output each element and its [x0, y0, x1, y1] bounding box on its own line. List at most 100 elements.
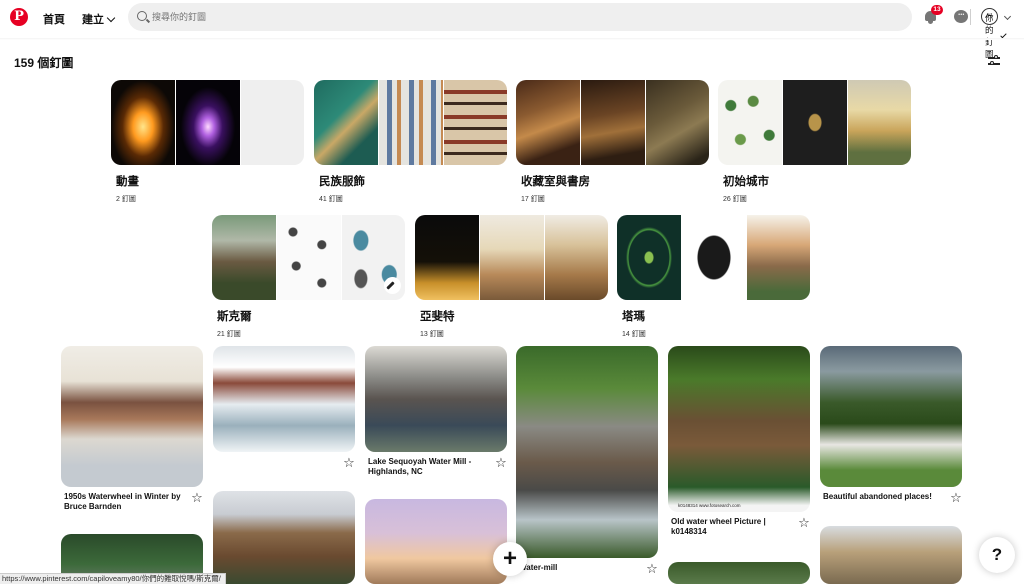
home-link[interactable]: 首頁	[43, 11, 65, 27]
save-star-icon[interactable]: ☆	[798, 516, 810, 529]
board-pin-count: 14 釘圖	[622, 331, 646, 338]
pin-card[interactable]	[668, 562, 810, 584]
pin-image[interactable]	[61, 346, 203, 487]
pin-caption: Old water wheel Picture | k0148314 ☆	[668, 516, 810, 537]
pin-card[interactable]	[820, 526, 962, 584]
board-cover-image	[314, 80, 378, 165]
board-cover-image	[415, 215, 479, 300]
pin-card[interactable]: 1950s Waterwheel in Winter by Bruce Barn…	[61, 346, 203, 512]
pin-card[interactable]: Beautiful abandoned places! ☆	[820, 346, 962, 504]
board-cover-image	[176, 80, 240, 165]
pin-image[interactable]	[213, 346, 355, 452]
board-pin-count: 2 釘圖	[116, 196, 136, 203]
board-cover-image	[617, 215, 681, 300]
pin-card[interactable]: Lake Sequoyah Water Mill - Highlands, NC…	[365, 346, 507, 477]
board-title: 初始城市	[723, 176, 769, 188]
board-cover	[718, 80, 911, 165]
board-cover-image	[379, 80, 443, 165]
board-card[interactable]: 塔瑪 14 釘圖	[617, 215, 810, 339]
pin-card[interactable]: k0148314 www.fotosearch.com Old water wh…	[668, 346, 810, 537]
chevron-down-icon	[106, 13, 116, 22]
board-cover-image	[212, 215, 276, 300]
pin-card[interactable]	[213, 491, 355, 584]
account-chevron-down-icon[interactable]	[1003, 12, 1012, 21]
board-cover-image	[783, 80, 847, 165]
save-star-icon[interactable]: ☆	[646, 562, 658, 575]
save-star-icon[interactable]: ☆	[191, 491, 203, 504]
board-cover	[111, 80, 304, 165]
board-title: 塔瑪	[622, 311, 645, 323]
board-cover-image	[111, 80, 175, 165]
board-cover	[415, 215, 608, 300]
pin-caption: Lake Sequoyah Water Mill - Highlands, NC…	[365, 456, 507, 477]
board-card[interactable]: 初始城市 26 釘圖	[718, 80, 911, 204]
board-cover-image	[848, 80, 911, 165]
board-cover-image	[581, 80, 645, 165]
pin-count: 159 個釘圖	[14, 56, 74, 70]
save-star-icon[interactable]: ☆	[495, 456, 507, 469]
pin-card[interactable]	[365, 499, 507, 584]
save-star-icon[interactable]: ☆	[950, 491, 962, 504]
pin-image[interactable]	[213, 491, 355, 584]
board-card[interactable]: 斯克爾 21 釘圖	[212, 215, 405, 339]
board-cover-image	[718, 80, 782, 165]
create-menu-button[interactable]: 建立	[82, 11, 116, 27]
board-cover-image	[646, 80, 709, 165]
pin-title: Lake Sequoyah Water Mill - Highlands, NC	[368, 457, 472, 476]
board-title: 民族服飾	[319, 176, 365, 188]
browser-status-url: https://www.pinterest.com/capiloveamy80/…	[0, 573, 226, 584]
save-star-icon[interactable]: ☆	[343, 456, 355, 469]
pin-image[interactable]	[820, 526, 962, 584]
avatar[interactable]: H	[981, 8, 998, 25]
pin-caption: Beautiful abandoned places! ☆	[820, 491, 962, 504]
board-pin-count: 21 釘圖	[217, 331, 241, 338]
pin-image[interactable]	[668, 346, 810, 512]
pin-caption: Water-mill ☆	[516, 562, 658, 575]
board-pin-count: 41 釘圖	[319, 196, 343, 203]
board-pin-count: 17 釘圖	[521, 196, 545, 203]
pinterest-logo-icon[interactable]: P	[10, 8, 28, 26]
search-input[interactable]	[152, 8, 852, 26]
board-cover	[516, 80, 709, 165]
edit-board-pencil-icon[interactable]	[384, 277, 401, 294]
board-title: 斯克爾	[217, 311, 252, 323]
board-cover	[212, 215, 405, 300]
pin-image[interactable]	[820, 346, 962, 487]
create-label: 建立	[82, 14, 104, 26]
pin-caption: 1950s Waterwheel in Winter by Bruce Barn…	[61, 491, 203, 512]
notification-badge: 13	[931, 5, 943, 15]
search-icon	[137, 11, 147, 21]
board-card[interactable]: 動畫 2 釘圖	[111, 80, 304, 204]
board-card[interactable]: 亞斐特 13 釘圖	[415, 215, 608, 339]
chevron-down-icon	[1000, 31, 1007, 38]
pin-title: 1950s Waterwheel in Winter by Bruce Barn…	[64, 492, 181, 511]
pin-image[interactable]	[365, 346, 507, 452]
board-cover-image	[747, 215, 810, 300]
pin-card[interactable]: ☆	[213, 346, 355, 469]
board-pin-count: 26 釘圖	[723, 196, 747, 203]
add-pin-button[interactable]: +	[493, 542, 527, 576]
board-cover-image	[241, 80, 304, 165]
pin-image[interactable]	[516, 346, 658, 558]
search-divider	[970, 9, 971, 25]
board-cover-image	[444, 80, 507, 165]
board-card[interactable]: 民族服飾 41 釘圖	[314, 80, 507, 204]
board-cover-image	[545, 215, 608, 300]
pin-title: Beautiful abandoned places!	[823, 492, 932, 501]
board-cover-image	[277, 215, 341, 300]
board-cover	[314, 80, 507, 165]
board-title: 亞斐特	[420, 311, 455, 323]
top-navigation: P 首頁 建立 你的釘圖 13 H	[0, 0, 1024, 59]
pin-image[interactable]	[668, 562, 810, 584]
messages-icon[interactable]	[954, 10, 968, 23]
board-cover-image	[682, 215, 746, 300]
search-bar[interactable]: 你的釘圖	[128, 3, 1007, 59]
help-button[interactable]: ?	[979, 537, 1015, 573]
board-title: 收藏室與書房	[521, 176, 590, 188]
pin-card[interactable]: Water-mill ☆	[516, 346, 658, 575]
filter-settings-icon[interactable]	[988, 55, 1000, 66]
pin-image[interactable]	[365, 499, 507, 584]
pin-caption: ☆	[213, 456, 355, 469]
board-card[interactable]: 收藏室與書房 17 釘圖	[516, 80, 709, 204]
nav-divider	[0, 38, 1024, 40]
